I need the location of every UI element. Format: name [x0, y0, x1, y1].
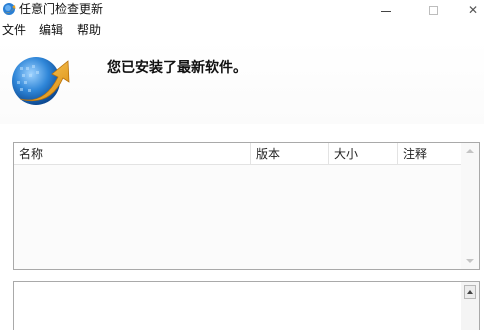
- notes-textarea[interactable]: [13, 281, 480, 330]
- menu-edit[interactable]: 编辑: [39, 23, 63, 37]
- maximize-button[interactable]: [418, 0, 448, 20]
- scroll-up-icon[interactable]: [466, 149, 474, 153]
- column-notes-header[interactable]: 注释: [398, 143, 461, 165]
- chevron-up-icon: [467, 290, 473, 294]
- update-list[interactable]: 名称 版本 大小 注释: [13, 142, 480, 270]
- maximize-icon: [428, 5, 438, 15]
- close-icon: ✕: [467, 3, 479, 17]
- minimize-icon: [381, 10, 391, 12]
- menu-help[interactable]: 帮助: [77, 23, 101, 37]
- menu-bar: 文件 编辑 帮助: [0, 20, 484, 40]
- notes-scroll-up-button[interactable]: [464, 285, 476, 299]
- status-banner: [0, 40, 484, 124]
- notes-scrollbar[interactable]: [461, 282, 479, 330]
- close-button[interactable]: ✕: [458, 0, 484, 20]
- title-bar: 任意门检查更新 ✕: [0, 0, 484, 20]
- globe-arrow-icon: [12, 57, 70, 105]
- globe-update-icon: [3, 3, 16, 15]
- list-scrollbar[interactable]: [461, 143, 479, 269]
- minimize-button[interactable]: [371, 0, 401, 20]
- column-name-header[interactable]: 名称: [14, 143, 251, 165]
- list-header: 名称 版本 大小 注释: [14, 143, 461, 165]
- column-size-header[interactable]: 大小: [329, 143, 398, 165]
- status-message: 您已安装了最新软件。: [107, 60, 247, 76]
- menu-file[interactable]: 文件: [2, 23, 26, 37]
- window-title: 任意门检查更新: [19, 2, 104, 16]
- scroll-down-icon[interactable]: [466, 259, 474, 263]
- column-version-header[interactable]: 版本: [251, 143, 329, 165]
